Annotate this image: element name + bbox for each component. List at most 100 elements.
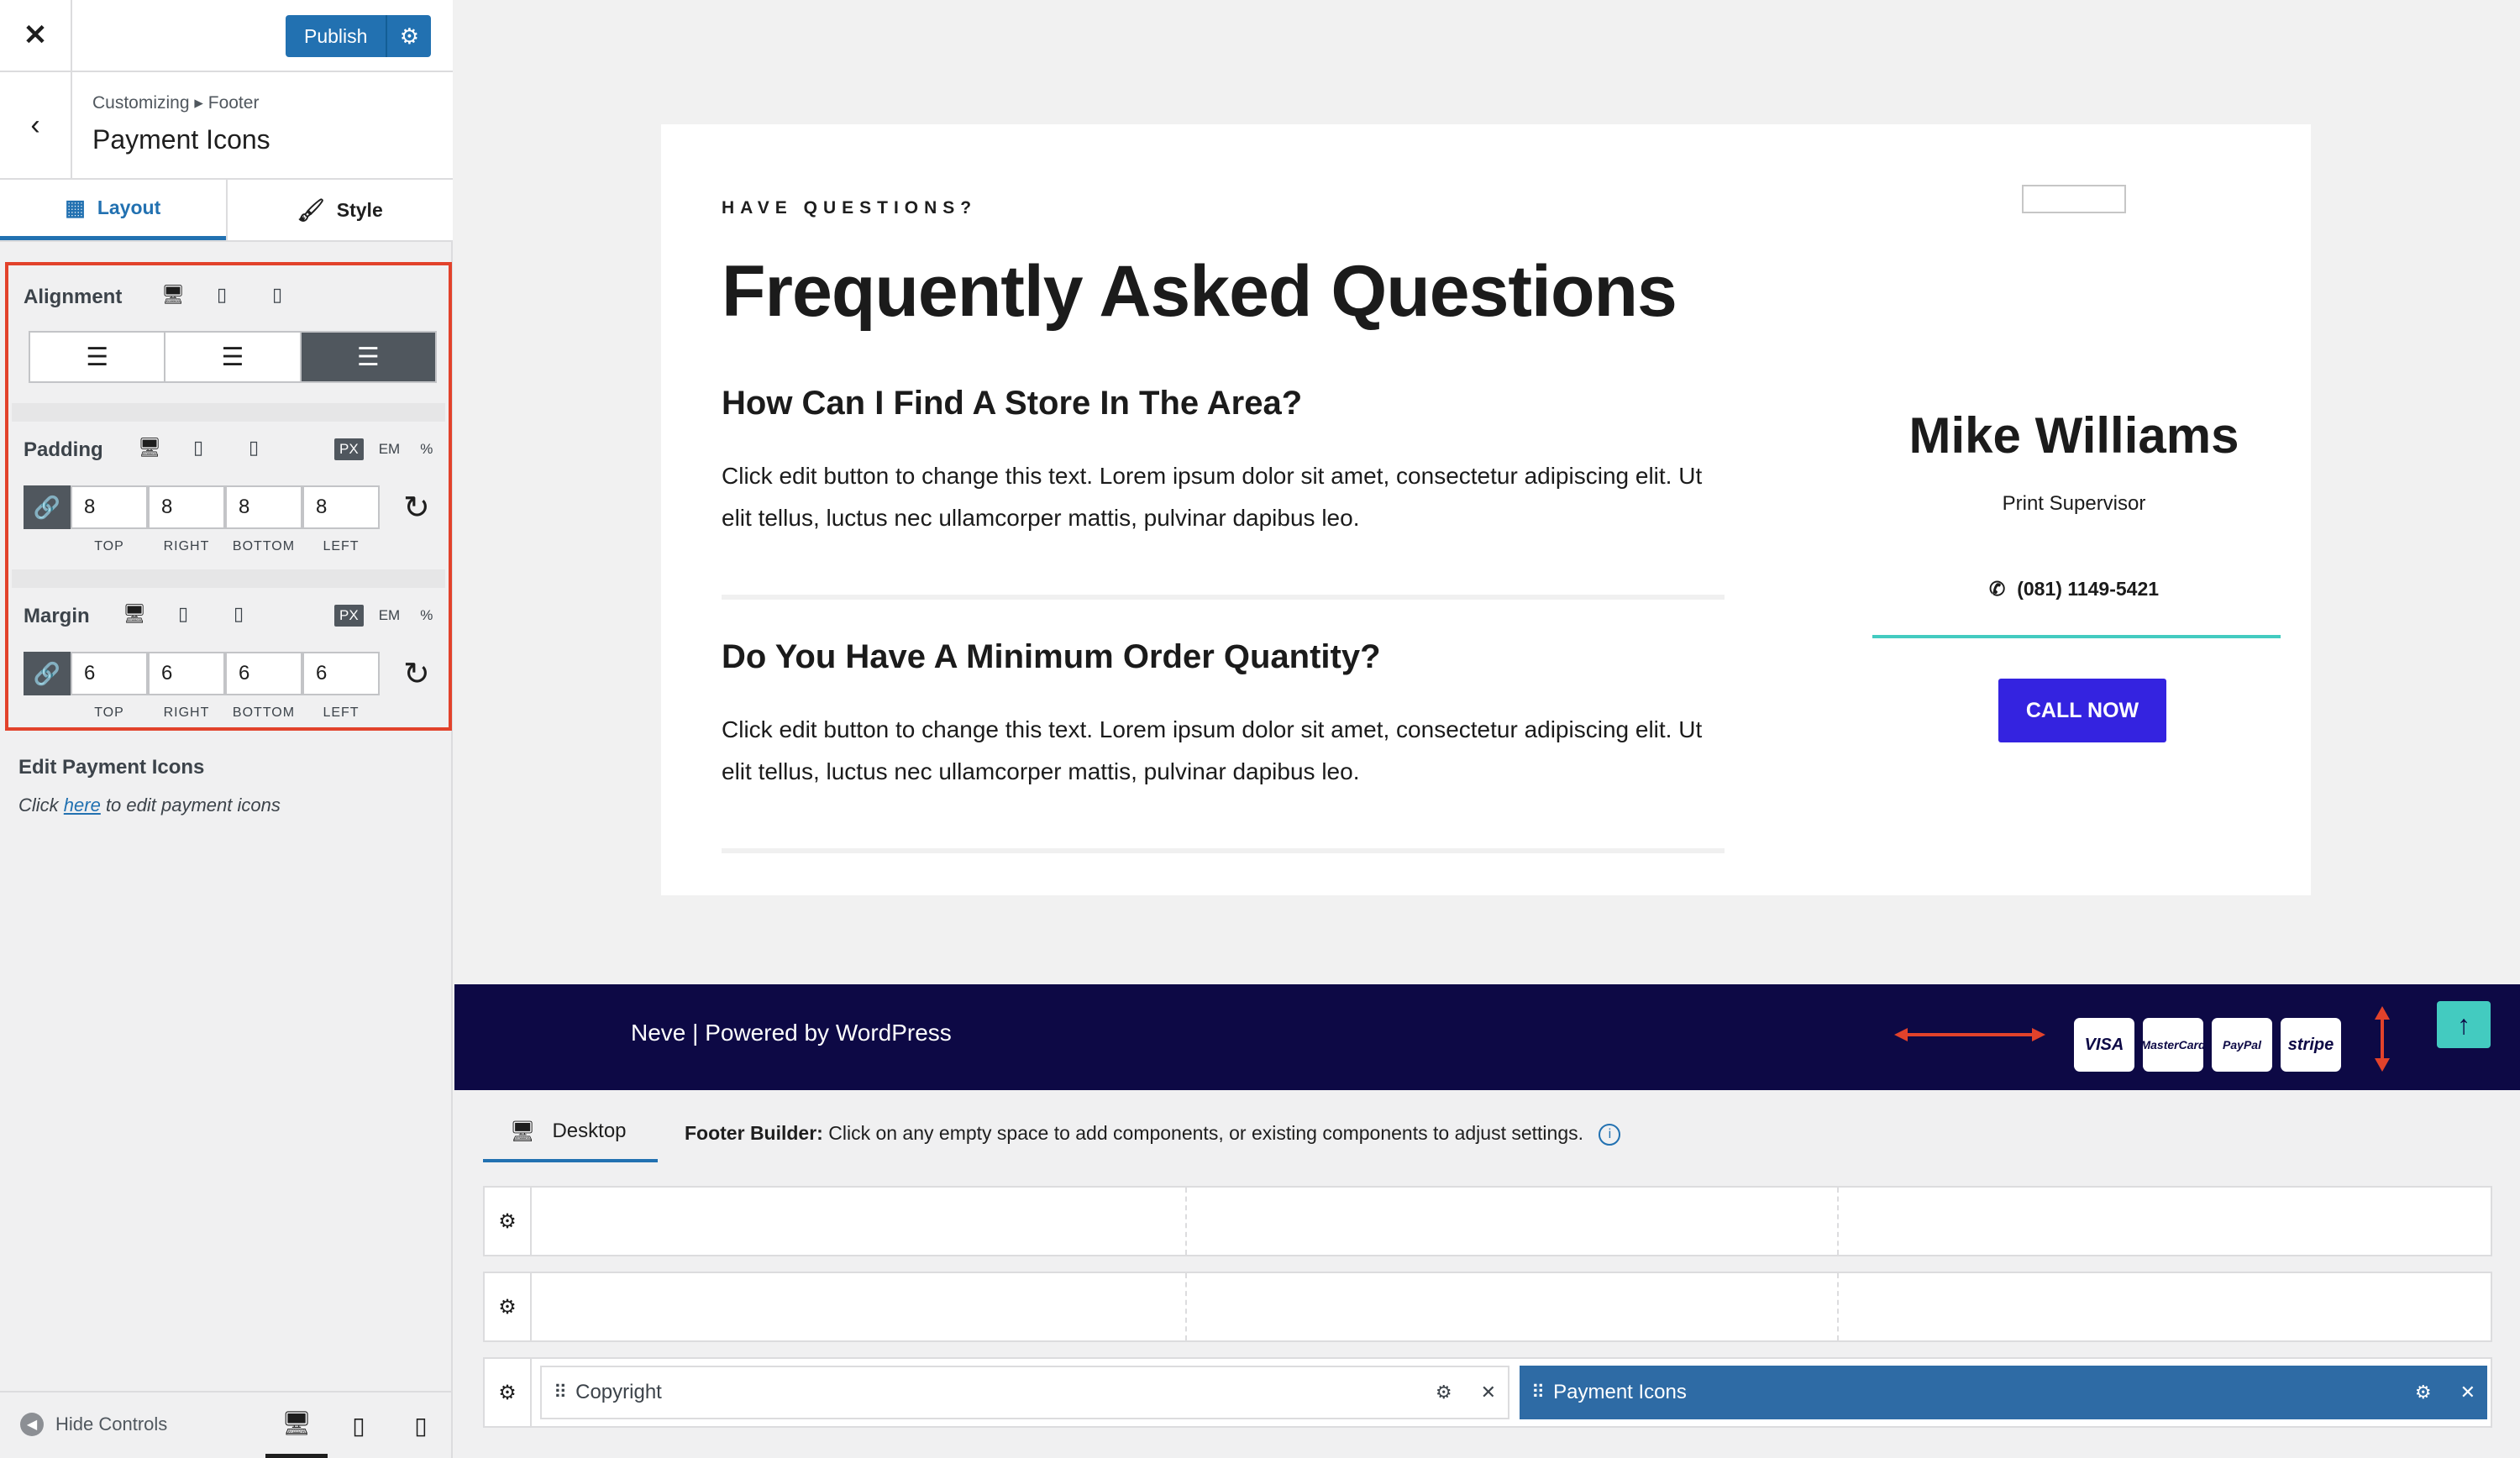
stripe-icon: stripe <box>2281 1018 2341 1072</box>
close-icon[interactable]: ✕ <box>0 0 72 71</box>
faq-answer: Click edit button to change this text. L… <box>722 463 1703 531</box>
unit-px[interactable]: PX <box>334 438 364 460</box>
payment-icons-label: Payment Icons <box>1553 1381 1687 1403</box>
side-label: RIGHT <box>163 705 210 720</box>
person-name: Mike Williams <box>1908 407 2239 464</box>
padding-right-input[interactable]: 8 <box>148 485 225 529</box>
collapse-icon: ◀ <box>20 1413 44 1436</box>
panel-tabs: ▦ Layout 🖌 Style <box>0 180 453 242</box>
row-settings-gear-icon[interactable]: ⚙ <box>485 1359 532 1426</box>
builder-row-top[interactable]: ⚙ <box>483 1186 2492 1256</box>
scroll-to-top-button[interactable]: ↑ <box>2437 1001 2491 1048</box>
margin-label: Margin <box>24 605 90 627</box>
unit-percent[interactable]: % <box>415 438 438 460</box>
payment-icons[interactable]: VISA MasterCard PayPal stripe <box>2074 1018 2341 1072</box>
faq-divider <box>722 848 1725 853</box>
column-divider <box>1837 1188 1839 1255</box>
side-label: LEFT <box>323 705 360 720</box>
link-values-icon[interactable]: 🔗 <box>24 652 71 695</box>
section-header: ‹ Customizing ▸ Footer Payment Icons <box>0 72 453 180</box>
padding-top-input[interactable]: 8 <box>71 485 148 529</box>
desktop-icon[interactable]: 🖥 <box>123 603 146 625</box>
visa-icon: VISA <box>2074 1018 2134 1072</box>
tab-desktop-label: Desktop <box>552 1120 627 1142</box>
row-settings-gear-icon[interactable]: ⚙ <box>485 1188 532 1255</box>
mobile-icon[interactable]: ▯ <box>249 437 259 459</box>
footer-credit: Neve | Powered by WordPress <box>631 1020 952 1046</box>
side-label: LEFT <box>323 539 360 553</box>
tablet-icon[interactable]: ▯ <box>178 603 188 625</box>
drag-handle-icon[interactable]: ⠿ <box>554 1382 567 1403</box>
info-icon[interactable]: i <box>1599 1123 1621 1146</box>
hide-controls-button[interactable]: ◀ Hide Controls <box>20 1413 167 1436</box>
mastercard-icon: MasterCard <box>2140 1018 2206 1072</box>
margin-right-input[interactable]: 6 <box>148 652 225 695</box>
tablet-icon[interactable]: ▯ <box>217 284 227 306</box>
close-icon[interactable]: ✕ <box>1481 1382 1496 1403</box>
builder-info-text: Click on any empty space to add componen… <box>828 1122 1583 1144</box>
desktop-icon[interactable]: 🖥 <box>161 284 185 306</box>
side-label: TOP <box>94 539 124 553</box>
row-settings-gear-icon[interactable]: ⚙ <box>485 1273 532 1340</box>
payment-icons-component[interactable]: ⠿ Payment Icons ⚙ ✕ <box>1520 1366 2487 1419</box>
broken-image <box>2022 185 2126 213</box>
align-right-button[interactable]: ☰ <box>299 333 435 381</box>
builder-info: Footer Builder: Click on any empty space… <box>685 1122 1621 1146</box>
copyright-component[interactable]: ⠿ Copyright ⚙ ✕ <box>540 1366 1509 1419</box>
padding-left-input[interactable]: 8 <box>302 485 380 529</box>
site-footer[interactable]: Neve | Powered by WordPress VISA MasterC… <box>454 984 2520 1090</box>
align-center-button[interactable]: ☰ <box>164 333 299 381</box>
close-icon[interactable]: ✕ <box>2460 1382 2475 1403</box>
call-now-button[interactable]: CALL NOW <box>1998 679 2166 742</box>
back-chevron-icon[interactable]: ‹ <box>0 72 72 178</box>
preview-tablet-icon[interactable]: ▯ <box>328 1392 390 1458</box>
paypal-icon: PayPal <box>2212 1018 2272 1072</box>
edit-desc-suffix: to edit payment icons <box>100 795 281 816</box>
alignment-label: Alignment <box>24 286 123 308</box>
padding-control: Padding 🖥 ▯ ▯ PX EM % 🔗 8 8 8 8 ↻ TOP RI… <box>12 422 445 569</box>
reset-icon[interactable]: ↻ <box>403 489 430 527</box>
site-preview: HAVE QUESTIONS? Frequently Asked Questio… <box>454 0 2520 1100</box>
builder-row-bottom[interactable]: ⚙ ⠿ Copyright ⚙ ✕ ⠿ Payment Icons ⚙ ✕ <box>483 1357 2492 1428</box>
builder-row-main[interactable]: ⚙ <box>483 1272 2492 1342</box>
unit-em[interactable]: EM <box>374 438 406 460</box>
column-divider <box>1185 1188 1187 1255</box>
margin-bottom-input[interactable]: 6 <box>225 652 302 695</box>
publish-settings-gear-icon[interactable]: ⚙ <box>386 15 432 57</box>
preview-mobile-icon[interactable]: ▯ <box>390 1392 452 1458</box>
tab-layout[interactable]: ▦ Layout <box>0 180 226 240</box>
tab-desktop[interactable]: 🖥 Desktop <box>483 1104 658 1162</box>
customizer-topbar: ✕ Publish ⚙ <box>0 0 453 72</box>
edit-payment-title: Edit Payment Icons <box>18 756 205 779</box>
phone-number: (081) 1149-5421 <box>2017 578 2160 600</box>
publish-button[interactable]: Publish <box>286 15 386 57</box>
tablet-icon[interactable]: ▯ <box>193 437 203 459</box>
copyright-label: Copyright <box>575 1381 662 1403</box>
edit-payment-link[interactable]: here <box>64 795 101 816</box>
gear-icon[interactable]: ⚙ <box>1436 1382 1452 1403</box>
section-title: Payment Icons <box>92 124 270 155</box>
vertical-arrow-icon <box>2375 1006 2390 1072</box>
divider <box>12 403 445 422</box>
mobile-icon[interactable]: ▯ <box>234 603 244 625</box>
unit-px[interactable]: PX <box>334 605 364 627</box>
tab-style[interactable]: 🖌 Style <box>225 180 454 240</box>
alignment-buttons: ☰ ☰ ☰ <box>29 331 437 383</box>
unit-percent[interactable]: % <box>415 605 438 627</box>
phone-icon: ✆ <box>1988 578 2006 600</box>
person-phone: ✆ (081) 1149-5421 <box>1837 578 2311 601</box>
margin-left-input[interactable]: 6 <box>302 652 380 695</box>
gear-icon[interactable]: ⚙ <box>2415 1382 2432 1403</box>
drag-handle-icon[interactable]: ⠿ <box>1531 1382 1545 1403</box>
reset-icon[interactable]: ↻ <box>403 655 430 693</box>
desktop-icon[interactable]: 🖥 <box>138 437 161 459</box>
highlighted-controls: Alignment 🖥 ▯ ▯ ☰ ☰ ☰ Padding 🖥 ▯ ▯ PX E… <box>5 262 452 731</box>
desktop-icon: 🖥 <box>510 1120 536 1143</box>
mobile-icon[interactable]: ▯ <box>272 284 282 306</box>
align-left-button[interactable]: ☰ <box>30 333 164 381</box>
unit-em[interactable]: EM <box>374 605 406 627</box>
preview-desktop-icon[interactable]: 🖥 <box>265 1392 328 1458</box>
padding-bottom-input[interactable]: 8 <box>225 485 302 529</box>
link-values-icon[interactable]: 🔗 <box>24 485 71 529</box>
margin-top-input[interactable]: 6 <box>71 652 148 695</box>
